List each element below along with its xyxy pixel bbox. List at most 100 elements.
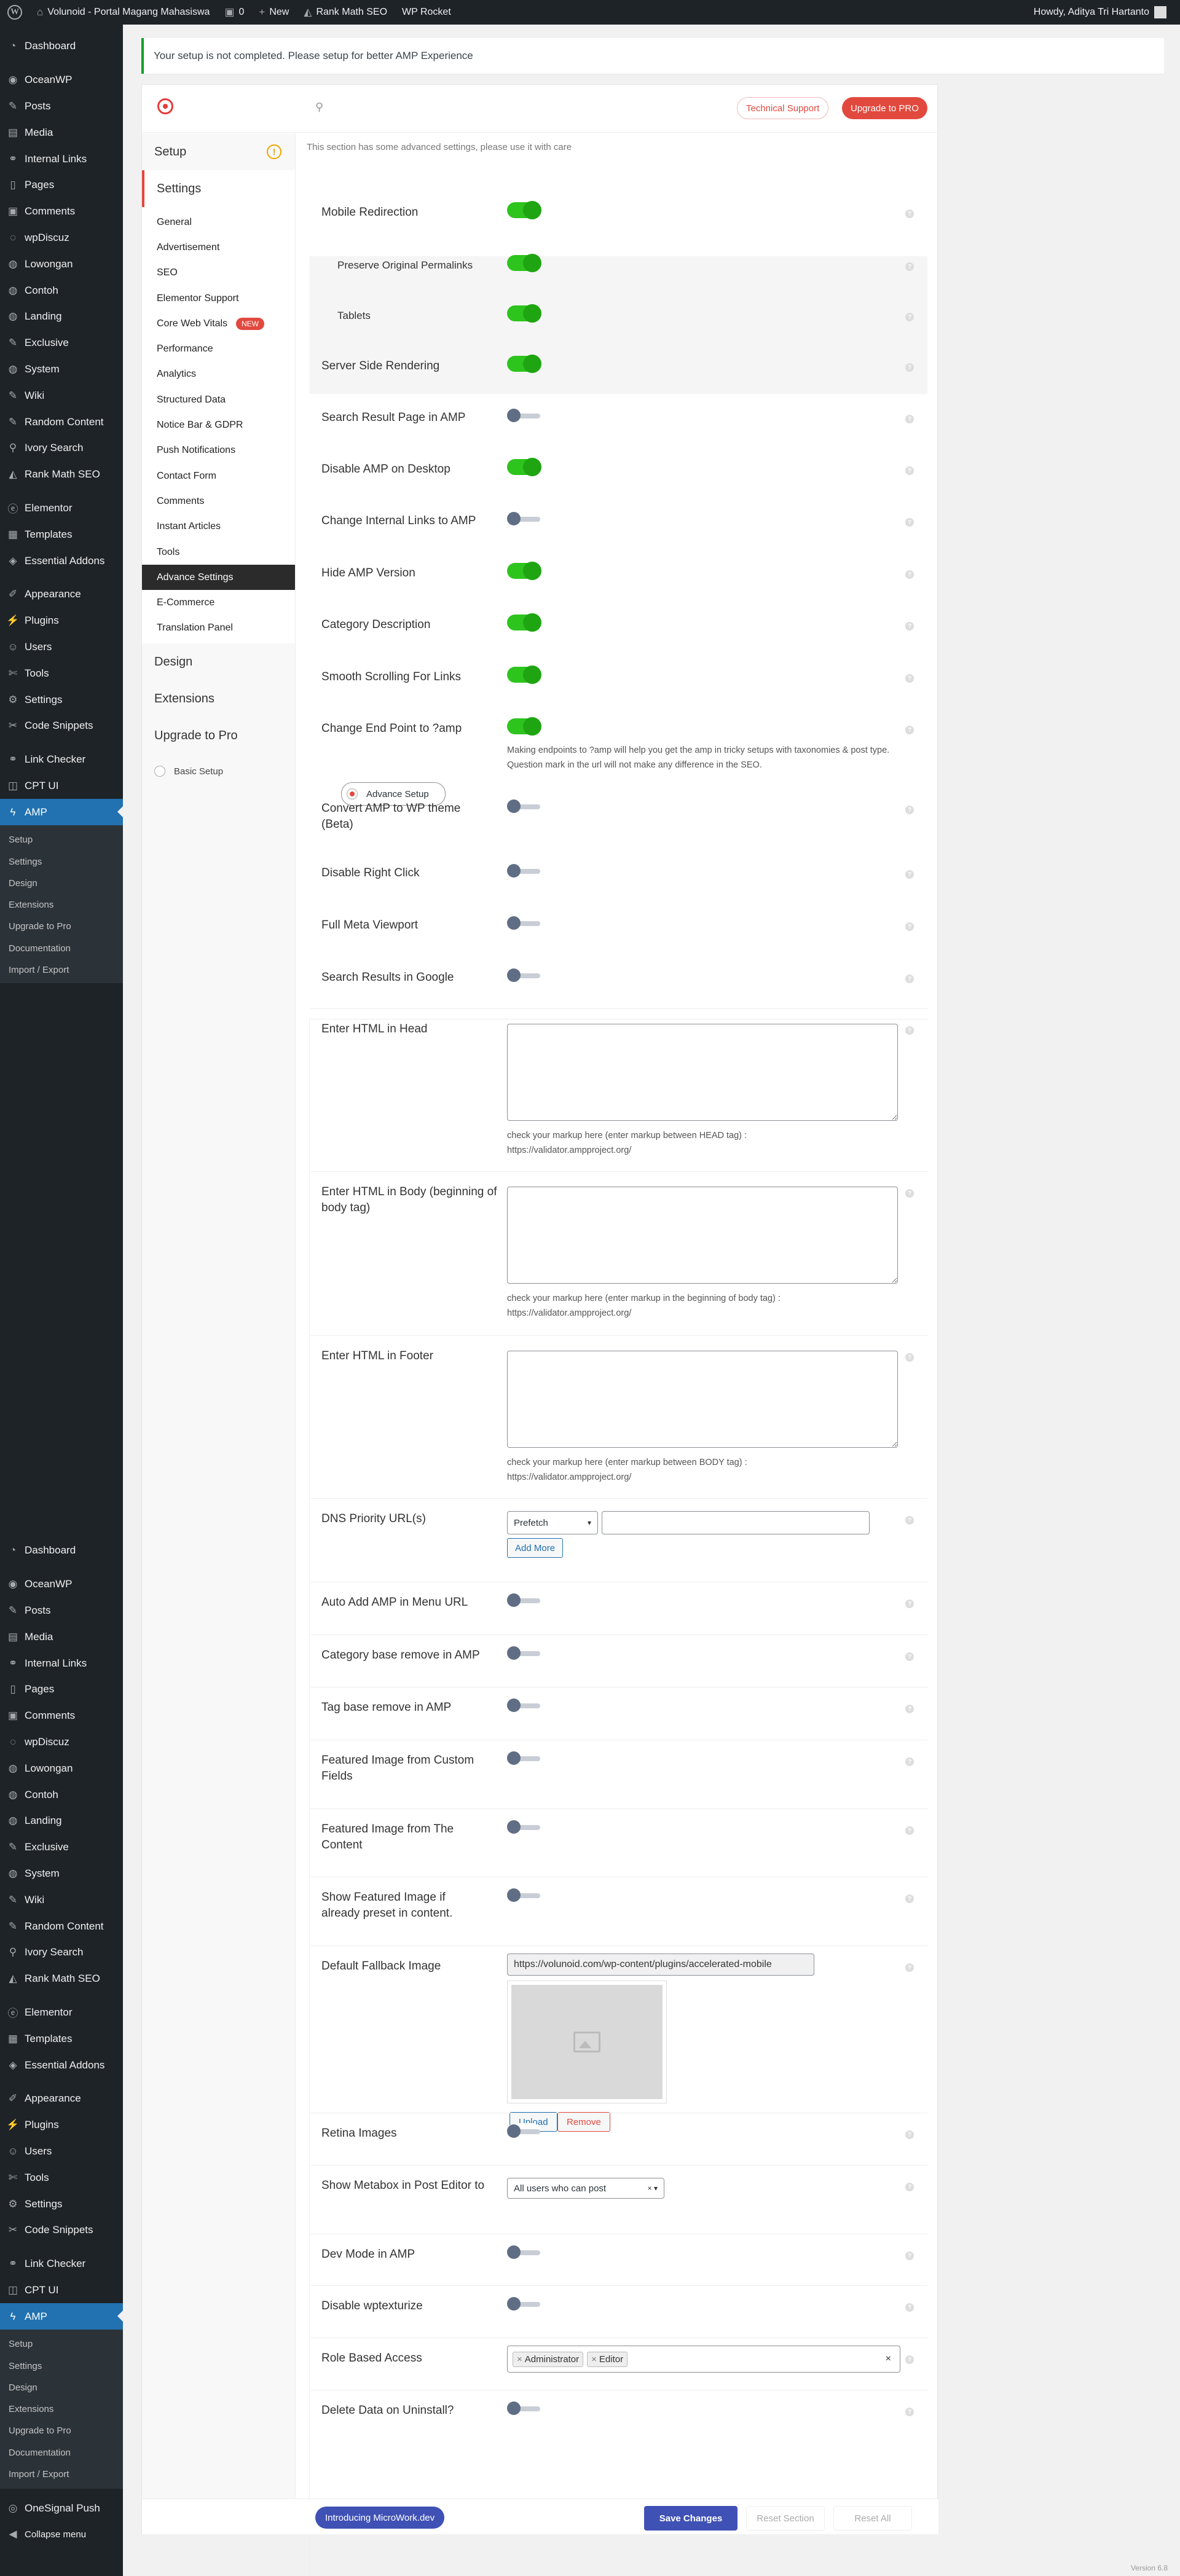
menu-item-users[interactable]: ☺ Users [0, 2138, 123, 2165]
toggle-disable-amp-on-desktop[interactable] [507, 458, 541, 476]
menu-item-elementor[interactable]: ⓔ Elementor [0, 495, 123, 522]
amp-submenu-upgrade-to-pro[interactable]: Upgrade to Pro [0, 2420, 123, 2441]
help-icon[interactable]: ? [905, 1705, 914, 1713]
help-icon[interactable]: ? [905, 262, 914, 271]
amp-submenu-setup[interactable]: Setup [0, 829, 123, 850]
subnav-advertisement[interactable]: Advertisement [142, 235, 295, 260]
menu-item-amp[interactable]: ϟ AMP [0, 799, 123, 826]
menu-item-templates[interactable]: ▦ Templates [0, 521, 123, 548]
basic-setup-radio[interactable]: Basic Setup [154, 760, 295, 782]
head-html-textarea[interactable] [507, 1024, 898, 1121]
menu-item-oceanwp[interactable]: ◉ OceanWP [0, 1571, 123, 1598]
menu-item-wiki[interactable]: ✎ Wiki [0, 1887, 123, 1913]
subnav-performance[interactable]: Performance [142, 336, 295, 361]
menu-item-elementor[interactable]: ⓔ Elementor [0, 2000, 123, 2026]
collapse-menu-button[interactable]: ◀ Collapse menu [0, 2521, 123, 2548]
help-icon[interactable]: ? [905, 466, 914, 475]
wprocket-link[interactable]: WP Rocket [395, 0, 458, 25]
reset-all-button[interactable]: Reset All [833, 2506, 912, 2531]
toggle-search-results-in-google[interactable] [507, 967, 540, 983]
menu-item-pages[interactable]: ▯ Pages [0, 172, 123, 198]
menu-item-lowongan[interactable]: ◍ Lowongan [0, 1755, 123, 1781]
search-icon[interactable]: ⚲ [315, 101, 323, 114]
microwork-button[interactable]: Introducing MicroWork.dev [315, 2507, 445, 2529]
clear-chevron-icon[interactable]: × ▾ [648, 2184, 658, 2193]
subnav-general[interactable]: General [142, 210, 295, 235]
help-icon[interactable]: ? [905, 313, 914, 321]
help-icon[interactable]: ? [905, 363, 914, 372]
help-icon[interactable]: ? [905, 806, 914, 814]
amp-submenu-upgrade-to-pro[interactable]: Upgrade to Pro [0, 916, 123, 937]
help-icon[interactable]: ? [905, 518, 914, 527]
menu-item-appearance[interactable]: ✐ Appearance [0, 2086, 123, 2112]
nav-design[interactable]: Design [142, 643, 295, 680]
nav-upgrade[interactable]: Upgrade to Pro [142, 717, 295, 754]
subnav-e-commerce[interactable]: E-Commerce [142, 590, 295, 615]
help-icon[interactable]: ? [905, 1026, 914, 1035]
clear-all-icon[interactable]: × [886, 2354, 891, 2365]
amp-submenu-settings[interactable]: Settings [0, 2355, 123, 2376]
help-icon[interactable]: ? [905, 1516, 914, 1525]
menu-item-internal-links[interactable]: ⚭ Internal Links [0, 1650, 123, 1676]
menu-item-plugins[interactable]: ⚡ Plugins [0, 2112, 123, 2138]
menu-item-link-checker[interactable]: ⚭ Link Checker [0, 747, 123, 773]
amp-submenu-import-export[interactable]: Import / Export [0, 2464, 123, 2485]
subnav-analytics[interactable]: Analytics [142, 362, 295, 387]
subnav-push-notifications[interactable]: Push Notifications [142, 438, 295, 463]
toggle-preserve-original-permalinks[interactable] [507, 254, 541, 272]
toggle-delete-data-on-uninstall[interactable] [507, 2400, 540, 2416]
help-icon[interactable]: ? [905, 2130, 914, 2139]
help-icon[interactable]: ? [905, 2252, 914, 2260]
menu-item-random-content[interactable]: ✎ Random Content [0, 409, 123, 435]
help-icon[interactable]: ? [905, 570, 914, 579]
toggle-change-end-point-to-amp[interactable] [507, 717, 541, 736]
rankmath-link[interactable]: ◭ Rank Math SEO [296, 0, 395, 25]
new-content-link[interactable]: + New [251, 0, 296, 25]
site-name-link[interactable]: ⌂ Volunoid - Portal Magang Mahasiswa [30, 0, 217, 25]
amp-submenu-extensions[interactable]: Extensions [0, 894, 123, 916]
role-tag[interactable]: × Editor [587, 2351, 628, 2367]
menu-item-amp[interactable]: ϟ AMP [0, 2303, 123, 2330]
toggle-retina-images[interactable] [507, 2123, 540, 2139]
toggle-disable-wptexturize[interactable] [507, 2296, 540, 2312]
menu-item-pages[interactable]: ▯ Pages [0, 1676, 123, 1703]
help-icon[interactable]: ? [905, 415, 914, 423]
menu-item-templates[interactable]: ▦ Templates [0, 2025, 123, 2052]
help-icon[interactable]: ? [905, 975, 914, 983]
menu-item-users[interactable]: ☺ Users [0, 634, 123, 661]
menu-item-ivory-search[interactable]: ⚲ Ivory Search [0, 435, 123, 461]
reset-section-button[interactable]: Reset Section [746, 2506, 825, 2531]
metabox-role-select[interactable]: All users who can post × ▾ [507, 2178, 664, 2199]
add-more-button[interactable]: Add More [507, 1538, 564, 1558]
help-icon[interactable]: ? [905, 1895, 914, 1903]
menu-item-media[interactable]: ▤ Media [0, 1624, 123, 1650]
subnav-structured-data[interactable]: Structured Data [142, 387, 295, 412]
menu-item-contoh[interactable]: ◍ Contoh [0, 277, 123, 304]
menu-item-code-snippets[interactable]: ✂ Code Snippets [0, 713, 123, 739]
comments-link[interactable]: ▣ 0 [217, 0, 251, 25]
amp-submenu-settings[interactable]: Settings [0, 850, 123, 872]
subnav-advance-settings[interactable]: Advance Settings [142, 565, 295, 591]
help-icon[interactable]: ? [905, 622, 914, 630]
dns-url-input[interactable] [602, 1511, 870, 1534]
menu-item-essential-addons[interactable]: ◈ Essential Addons [0, 2052, 123, 2078]
toggle-disable-right-click[interactable] [507, 863, 540, 879]
menu-item-wpdiscuz[interactable]: ◌ wpDiscuz [0, 225, 123, 251]
help-icon[interactable]: ? [905, 1963, 914, 1972]
subnav-elementor-support[interactable]: Elementor Support [142, 286, 295, 311]
toggle-mobile-redirection[interactable] [507, 201, 541, 219]
toggle-search-result-page-in-amp[interactable] [507, 407, 540, 423]
menu-item-comments[interactable]: ▣ Comments [0, 1703, 123, 1729]
subnav-core-web-vitals[interactable]: Core Web Vitals NEW [142, 311, 295, 336]
menu-item-essential-addons[interactable]: ◈ Essential Addons [0, 548, 123, 574]
subnav-seo[interactable]: SEO [142, 261, 295, 286]
menu-item-dashboard[interactable]: ◔ Dashboard [0, 1537, 123, 1564]
footer-html-textarea[interactable] [507, 1351, 898, 1448]
menu-item-dashboard[interactable]: ◔ Dashboard [0, 33, 123, 60]
menu-item-wiki[interactable]: ✎ Wiki [0, 382, 123, 409]
help-icon[interactable]: ? [905, 2303, 914, 2312]
nav-setup[interactable]: Setup! [142, 133, 295, 170]
subnav-comments[interactable]: Comments [142, 489, 295, 514]
amp-submenu-documentation[interactable]: Documentation [0, 2442, 123, 2464]
technical-support-button[interactable]: Technical Support [737, 97, 829, 119]
